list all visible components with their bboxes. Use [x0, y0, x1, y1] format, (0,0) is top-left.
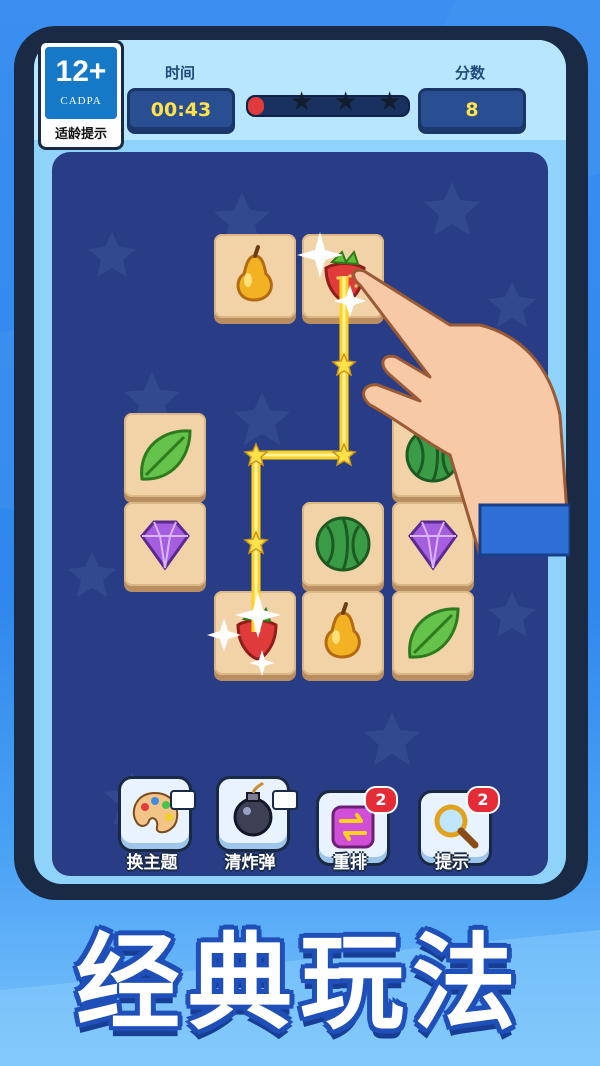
hint-label: 提示 — [435, 853, 469, 873]
video-ad-icon — [170, 790, 196, 810]
tile-pear[interactable] — [214, 234, 296, 318]
shuffle-label: 重排 — [333, 853, 367, 873]
bomb-icon — [233, 781, 273, 837]
score-value: 8 — [418, 88, 526, 134]
tile-strawberry[interactable] — [214, 591, 296, 675]
strawberry-icon — [236, 606, 278, 661]
age-rating-org: CADPA — [60, 95, 102, 107]
age-rating-badge: 12+ CADPA 适龄提示 — [38, 40, 124, 150]
video-ad-icon — [272, 790, 298, 810]
clear-bomb-label: 清炸弹 — [224, 853, 276, 873]
promo-title: 经典玩法 — [75, 922, 524, 1044]
pear-icon — [236, 245, 273, 302]
tile-gem[interactable] — [124, 502, 206, 586]
pear-icon — [324, 602, 361, 659]
change-theme-button[interactable] — [118, 776, 192, 852]
change-theme-label: 换主题 — [126, 853, 178, 873]
leaf-icon — [140, 429, 192, 481]
age-rating-panel: 12+ CADPA — [45, 47, 117, 119]
pointing-hand-icon — [352, 268, 570, 557]
leaf-icon — [408, 607, 460, 659]
time-value: 00:43 — [127, 88, 235, 134]
time-label: 时间 — [164, 64, 195, 82]
progress-star-icon: ★ — [290, 87, 314, 117]
palette-icon — [132, 791, 179, 834]
gem-icon — [140, 520, 190, 571]
tile-leaf[interactable] — [124, 413, 206, 497]
tile-pear[interactable] — [302, 591, 384, 675]
level-progress-fill — [248, 97, 264, 115]
hint-count-badge: 2 — [466, 786, 500, 814]
clear-bomb-button[interactable] — [216, 776, 290, 852]
age-rating-number: 12+ — [55, 55, 107, 88]
age-rating-label: 适龄提示 — [54, 127, 107, 142]
progress-star-icon: ★ — [334, 87, 358, 117]
progress-star-icon: ★ — [378, 87, 402, 117]
score-label: 分数 — [454, 64, 485, 82]
shuffle-count-badge: 2 — [364, 786, 398, 814]
tile-leaf[interactable] — [392, 591, 474, 675]
